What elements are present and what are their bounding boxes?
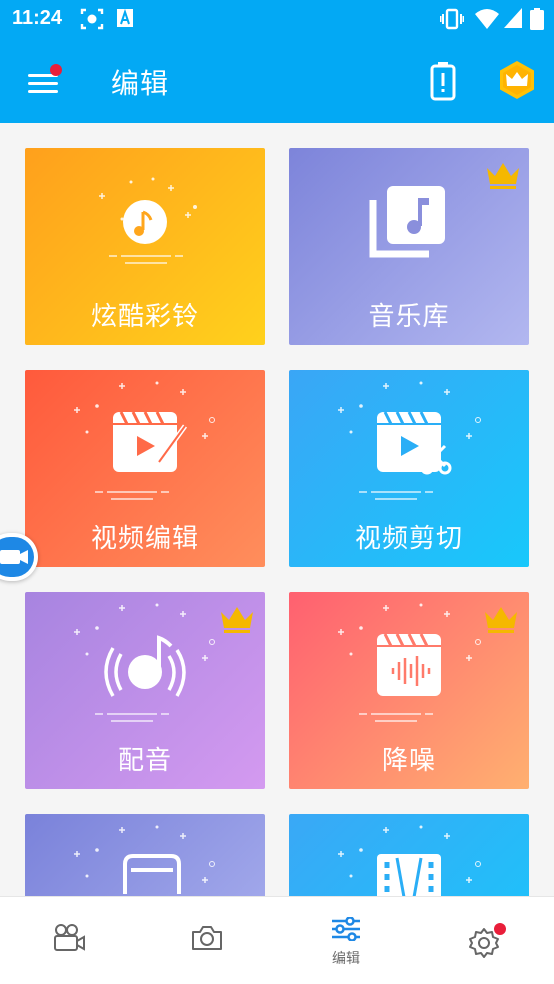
- battery-saver-icon[interactable]: [428, 60, 458, 102]
- a-icon: [117, 8, 133, 27]
- video-edit-icon: [74, 381, 215, 500]
- tile-label: 配音: [117, 746, 172, 776]
- nav-edit[interactable]: 编辑: [277, 897, 415, 984]
- screenshot-icon: [80, 8, 104, 30]
- nav-camera[interactable]: [138, 897, 276, 984]
- vip-crown-icon[interactable]: [498, 60, 536, 100]
- video-camera-icon: [54, 924, 85, 951]
- status-time: 11:24: [12, 7, 63, 29]
- tile-music-note[interactable]: [25, 814, 265, 896]
- tile-ringtone[interactable]: 炫酷彩铃: [25, 148, 265, 345]
- tile-noise-reduction[interactable]: 降噪: [289, 592, 529, 789]
- tile-label: 视频剪切: [354, 524, 463, 554]
- music-disc-icon: [99, 177, 197, 264]
- vip-crown-icon: [485, 607, 517, 633]
- menu-badge: [50, 64, 62, 76]
- bottom-nav: 编辑: [0, 896, 554, 984]
- tile-music-library[interactable]: 音乐库: [289, 148, 529, 345]
- nav-record-video[interactable]: [0, 897, 138, 984]
- camera-icon: [192, 926, 222, 950]
- music-note-icon: [74, 825, 215, 894]
- settings-badge: [494, 923, 506, 935]
- floating-record-button[interactable]: [0, 533, 38, 581]
- nav-settings[interactable]: [415, 897, 553, 984]
- video-camera-icon: [0, 550, 28, 564]
- tile-dubbing[interactable]: 配音: [25, 592, 265, 789]
- tile-label: 视频编辑: [90, 524, 199, 554]
- tile-label: 音乐库: [368, 302, 450, 332]
- wifi-icon: [475, 9, 499, 29]
- sliders-icon: [332, 917, 360, 941]
- tool-grid: 炫酷彩铃 音乐库 视频编辑 视频剪切 配音 降噪: [0, 123, 554, 896]
- battery-icon: [530, 8, 544, 30]
- video-cut-icon: [338, 381, 481, 500]
- signal-icon: [504, 8, 522, 28]
- tile-film[interactable]: [289, 814, 529, 896]
- vibrate-icon: [440, 8, 464, 30]
- tile-video-edit[interactable]: 视频编辑: [25, 370, 265, 567]
- status-bar: 11:24: [0, 0, 554, 38]
- tile-video-cut[interactable]: 视频剪切: [289, 370, 529, 567]
- tile-label: 炫酷彩铃: [90, 302, 199, 332]
- vip-crown-icon: [487, 163, 519, 189]
- page-title: 编辑: [111, 67, 170, 100]
- tile-label: 降噪: [381, 746, 436, 776]
- menu-button[interactable]: [22, 64, 62, 98]
- vip-crown-icon: [221, 607, 253, 633]
- film-strip-icon: [338, 825, 481, 896]
- app-bar: 编辑: [0, 38, 554, 123]
- nav-label: 编辑: [332, 951, 360, 967]
